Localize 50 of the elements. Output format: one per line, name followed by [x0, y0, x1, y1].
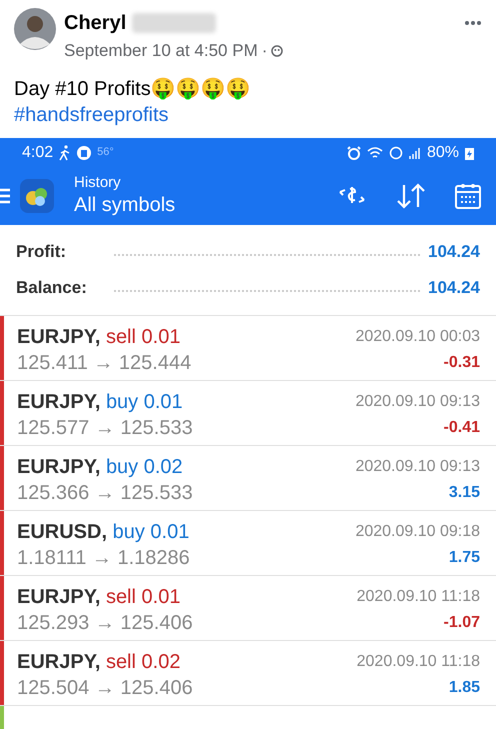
trade-title: EURUSD, buy 0.01 — [17, 520, 190, 544]
summary-value: 104.24 — [428, 276, 480, 299]
summary-label: Profit: — [16, 240, 68, 263]
walking-icon — [59, 144, 72, 160]
audience-icon — [271, 44, 284, 57]
post-text: Day #10 Profits🤑🤑🤑🤑 — [14, 76, 252, 102]
trade-time: 2020.09.10 00:03 — [355, 326, 480, 346]
trade-title: EURJPY, sell 0.01 — [17, 324, 182, 350]
screen-subtitle: History — [74, 174, 122, 192]
trade-prices: 125.411 → 125.444 — [17, 350, 192, 376]
trade-profit: 1.75 — [448, 548, 480, 568]
separator: · — [262, 40, 268, 62]
summary-label: Balance: — [16, 276, 88, 299]
trade-time: 2020.09.10 11:18 — [356, 586, 480, 606]
alarm-icon — [346, 146, 361, 160]
trade-profit: 1.85 — [448, 678, 480, 698]
trade-prices: 125.577 → 125.533 — [17, 416, 193, 440]
trade-time: 2020.09.10 09:13 — [355, 456, 480, 476]
wifi-icon — [366, 146, 383, 160]
trade-profit: -1.07 — [444, 612, 480, 632]
trade-title: EURJPY, sell 0.01 — [17, 584, 182, 610]
app-logo-icon[interactable] — [20, 179, 54, 213]
calendar-icon[interactable] — [454, 182, 482, 210]
status-temperature: 56° — [97, 145, 114, 160]
signal-icon — [408, 146, 421, 158]
trade-title: EURJPY, buy 0.01 — [17, 390, 184, 414]
trade-title: EURJPY, buy 0.02 — [17, 454, 184, 480]
sort-icon[interactable] — [396, 183, 426, 209]
trade-prices: 1.18111 → 1.18286 — [17, 546, 190, 570]
trade-profit: -0.31 — [444, 352, 480, 372]
post-timestamp[interactable]: September 10 at 4:50 PM — [64, 38, 258, 64]
trade-prices: 125.504 → 125.406 — [17, 676, 193, 700]
avatar[interactable] — [14, 8, 56, 50]
trade-prices: 125.366 → 125.533 — [17, 480, 193, 506]
trade-prices: 125.293 → 125.406 — [17, 610, 193, 636]
battery-percent: 80% — [426, 142, 459, 162]
trade-title: EURJPY, sell 0.02 — [17, 650, 182, 674]
trade-time: 2020.09.10 09:13 — [355, 392, 480, 412]
trade-profit: -0.41 — [444, 418, 480, 438]
screen-title: All symbols — [74, 193, 176, 218]
trade-time: 2020.09.10 09:18 — [355, 522, 480, 542]
battery-charging-icon — [465, 146, 474, 160]
author-name[interactable]: Cheryl — [64, 8, 126, 38]
menu-icon[interactable] — [0, 188, 10, 204]
hashtag-link[interactable]: #handsfreeprofits — [14, 102, 169, 128]
status-time: 4:02 — [22, 142, 54, 162]
trade-profit: 3.15 — [448, 482, 480, 502]
summary-value: 104.24 — [428, 240, 480, 263]
more-icon[interactable] — [464, 20, 482, 26]
trade-time: 2020.09.10 11:18 — [356, 652, 480, 672]
